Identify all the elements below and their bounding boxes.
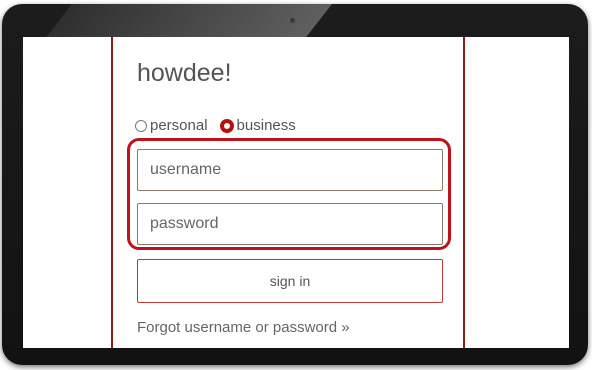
page-title: howdee! bbox=[137, 59, 232, 87]
login-panel: howdee! personal business sign in Forgo bbox=[111, 37, 465, 348]
radio-business-label: business bbox=[236, 117, 296, 134]
device-frame: howdee! personal business sign in Forgo bbox=[0, 0, 592, 370]
account-type-radio-group: personal business bbox=[135, 117, 308, 134]
sign-in-button[interactable]: sign in bbox=[137, 259, 443, 303]
forgot-credentials-link[interactable]: Forgot username or password » bbox=[137, 319, 350, 336]
monitor-bezel: howdee! personal business sign in Forgo bbox=[2, 4, 588, 365]
screen: howdee! personal business sign in Forgo bbox=[23, 37, 569, 348]
radio-selected-icon[interactable] bbox=[219, 118, 234, 133]
radio-personal[interactable]: personal bbox=[135, 117, 208, 134]
radio-business[interactable]: business bbox=[219, 117, 296, 134]
username-input[interactable] bbox=[137, 149, 443, 191]
radio-unselected-icon[interactable] bbox=[135, 119, 147, 132]
camera-dot bbox=[290, 18, 295, 23]
radio-personal-label: personal bbox=[150, 117, 208, 134]
password-input[interactable] bbox=[137, 203, 443, 245]
